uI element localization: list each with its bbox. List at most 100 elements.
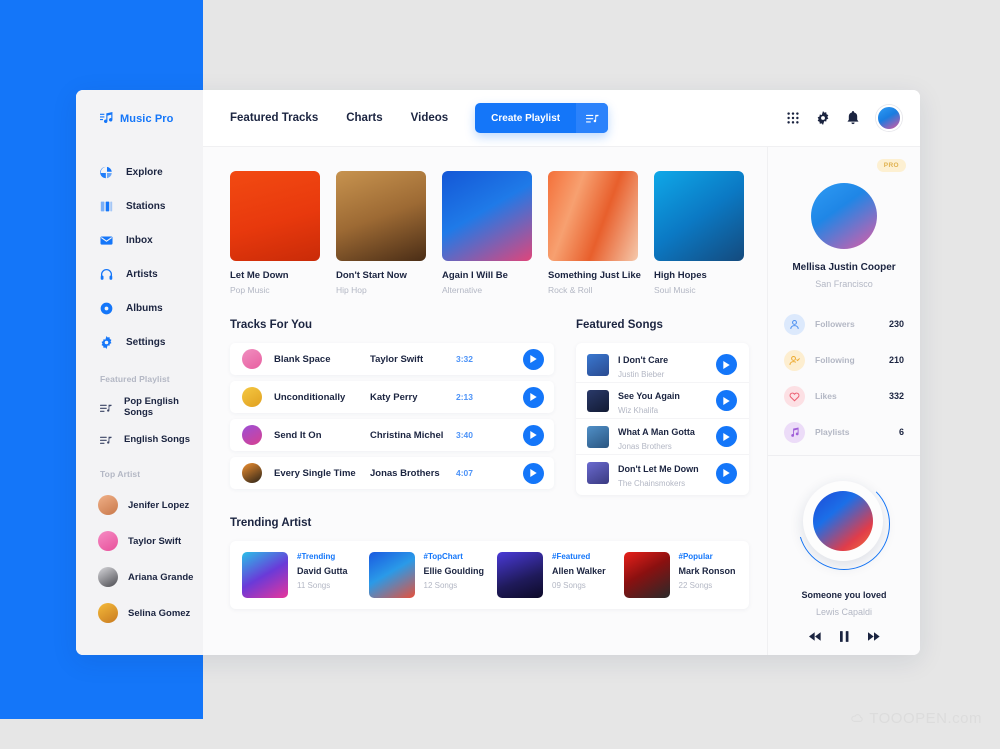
- heart-icon: [784, 385, 805, 407]
- table-row[interactable]: Send It On Christina Michel 3:40: [230, 419, 554, 451]
- stat-followers[interactable]: Followers 230: [784, 311, 904, 337]
- brand[interactable]: Music Pro: [76, 112, 203, 126]
- track-artist: Christina Michel: [370, 429, 444, 441]
- artist-item-taylor-swift[interactable]: Taylor Swift: [76, 528, 203, 554]
- pause-icon[interactable]: [839, 631, 849, 642]
- sidebar-item-label: Artists: [126, 268, 158, 280]
- trending-song-count: 09 Songs: [552, 581, 586, 590]
- stat-playlists[interactable]: Playlists 6: [784, 419, 904, 445]
- sidebar-nav: Explore Stations Inbox Artists Albums Se…: [76, 160, 203, 354]
- trending-item[interactable]: #TopChart Ellie Goulding 12 Songs: [368, 552, 485, 598]
- create-playlist-button[interactable]: Create Playlist: [475, 103, 609, 133]
- section-title: Featured Songs: [576, 319, 663, 331]
- main-content: Let Me Down Pop Music Don't Start Now Hi…: [203, 147, 767, 655]
- featured-card[interactable]: Don't Start Now Hip Hop: [336, 171, 426, 295]
- stat-label: Following: [815, 355, 855, 365]
- avatar: [242, 387, 262, 407]
- featured-card[interactable]: Something Just Like Rock & Roll: [548, 171, 641, 295]
- song-artist: Justin Bieber: [618, 370, 665, 379]
- play-icon[interactable]: [716, 354, 737, 375]
- play-icon[interactable]: [716, 426, 737, 447]
- avatar[interactable]: [811, 183, 877, 249]
- nav-tabs: Featured Tracks Charts Videos: [230, 112, 448, 124]
- playlist-item-label: Pop English Songs: [124, 396, 179, 418]
- profile-location: San Francisco: [815, 279, 873, 289]
- track-duration: 2:13: [456, 392, 474, 402]
- list-item[interactable]: I Don't Care Justin Bieber: [576, 347, 749, 383]
- trending-name: Allen Walker: [552, 566, 606, 576]
- play-icon[interactable]: [523, 386, 544, 408]
- play-icon[interactable]: [523, 348, 544, 370]
- bell-icon[interactable]: [846, 111, 860, 125]
- app-window: Music Pro Explore Stations Inbox Artists…: [76, 90, 920, 655]
- trending-meta: #TopChart Ellie Goulding 12 Songs: [424, 552, 485, 598]
- list-item[interactable]: Don't Let Me Down The Chainsmokers: [576, 455, 749, 491]
- sidebar-item-stations[interactable]: Stations: [100, 194, 203, 218]
- sidebar-item-explore[interactable]: Explore: [100, 160, 203, 184]
- sidebar-item-label: Albums: [126, 302, 163, 314]
- song-title: I Don't Care: [618, 355, 669, 365]
- user-avatar[interactable]: [876, 105, 902, 131]
- stat-label: Likes: [815, 391, 837, 401]
- disc-outer: [803, 481, 883, 561]
- now-playing-title: Someone you loved: [801, 590, 887, 600]
- list-item[interactable]: See You Again Wiz Khalifa: [576, 383, 749, 419]
- play-icon[interactable]: [716, 390, 737, 411]
- artist-item-jenifer-lopez[interactable]: Jenifer Lopez: [76, 492, 203, 518]
- trending-item[interactable]: #Featured Allen Walker 09 Songs: [497, 552, 611, 598]
- sidebar-item-albums[interactable]: Albums: [100, 296, 203, 320]
- artist-item-ariana-grande[interactable]: Ariana Grande: [76, 564, 203, 590]
- playlist-item-english-songs[interactable]: English Songs: [76, 429, 203, 449]
- table-row[interactable]: Unconditionally Katy Perry 2:13: [230, 381, 554, 413]
- featured-card[interactable]: Again I Will Be Alternative: [442, 171, 532, 295]
- tab-videos[interactable]: Videos: [411, 112, 449, 124]
- album-art: [654, 171, 744, 261]
- sidebar-item-artists[interactable]: Artists: [100, 262, 203, 286]
- play-icon[interactable]: [523, 462, 544, 484]
- next-icon[interactable]: [867, 632, 880, 641]
- list-item[interactable]: What A Man Gotta Jonas Brothers: [576, 419, 749, 455]
- stat-likes[interactable]: Likes 332: [784, 383, 904, 409]
- apps-grid-icon[interactable]: [786, 111, 800, 125]
- sidebar: Music Pro Explore Stations Inbox Artists…: [76, 90, 203, 655]
- stat-value: 332: [888, 391, 904, 401]
- playlist-item-pop-english-songs[interactable]: Pop English Songs: [76, 396, 203, 418]
- featured-songs-list: I Don't Care Justin Bieber See You Again…: [576, 343, 749, 495]
- trending-tag: #Popular: [678, 552, 713, 561]
- stat-value: 6: [898, 427, 904, 437]
- create-playlist-icon-wrap: [576, 103, 609, 133]
- stat-following[interactable]: Following 210: [784, 347, 904, 373]
- trending-name: Ellie Goulding: [423, 566, 485, 576]
- trending-list: #Trending David Gutta 11 Songs #TopChart…: [230, 541, 749, 609]
- trending-item[interactable]: #Trending David Gutta 11 Songs: [242, 552, 356, 598]
- artist-art: [368, 552, 415, 598]
- stat-value: 230: [888, 319, 904, 329]
- create-playlist-label: Create Playlist: [491, 112, 561, 124]
- song-meta: What A Man Gotta Jonas Brothers: [618, 422, 695, 451]
- song-title: Don't Let Me Down: [618, 463, 699, 474]
- play-icon[interactable]: [716, 462, 737, 484]
- sidebar-item-inbox[interactable]: Inbox: [100, 228, 203, 252]
- track-artist: Jonas Brothers: [370, 467, 440, 479]
- featured-card[interactable]: High Hopes Soul Music: [654, 171, 744, 295]
- sidebar-item-label: Explore: [126, 166, 163, 178]
- sidebar-item-settings[interactable]: Settings: [100, 330, 203, 354]
- table-row[interactable]: Every Single Time Jonas Brothers 4:07: [230, 457, 554, 489]
- tab-charts[interactable]: Charts: [346, 112, 382, 124]
- stat-label: Followers: [815, 319, 855, 329]
- brand-name: Music Pro: [120, 113, 174, 125]
- album-art: [587, 425, 609, 448]
- featured-card[interactable]: Let Me Down Pop Music: [230, 171, 320, 295]
- trending-item[interactable]: #Popular Mark Ronson 22 Songs: [623, 552, 738, 598]
- play-icon[interactable]: [523, 424, 544, 446]
- track-title: Blank Space: [274, 353, 331, 365]
- table-row[interactable]: Blank Space Taylor Swift 3:32: [230, 343, 554, 375]
- artist-item-selina-gomez[interactable]: Selina Gomez: [76, 600, 203, 626]
- person-check-icon: [784, 349, 805, 371]
- tab-featured-tracks[interactable]: Featured Tracks: [230, 112, 318, 124]
- artist-art: [623, 552, 670, 598]
- now-playing: Someone you loved Lewis Capaldi: [784, 478, 904, 642]
- gear-icon[interactable]: [816, 111, 830, 125]
- lists-row: Tracks For You Blank Space Taylor Swift …: [230, 319, 749, 495]
- previous-icon[interactable]: [808, 632, 821, 641]
